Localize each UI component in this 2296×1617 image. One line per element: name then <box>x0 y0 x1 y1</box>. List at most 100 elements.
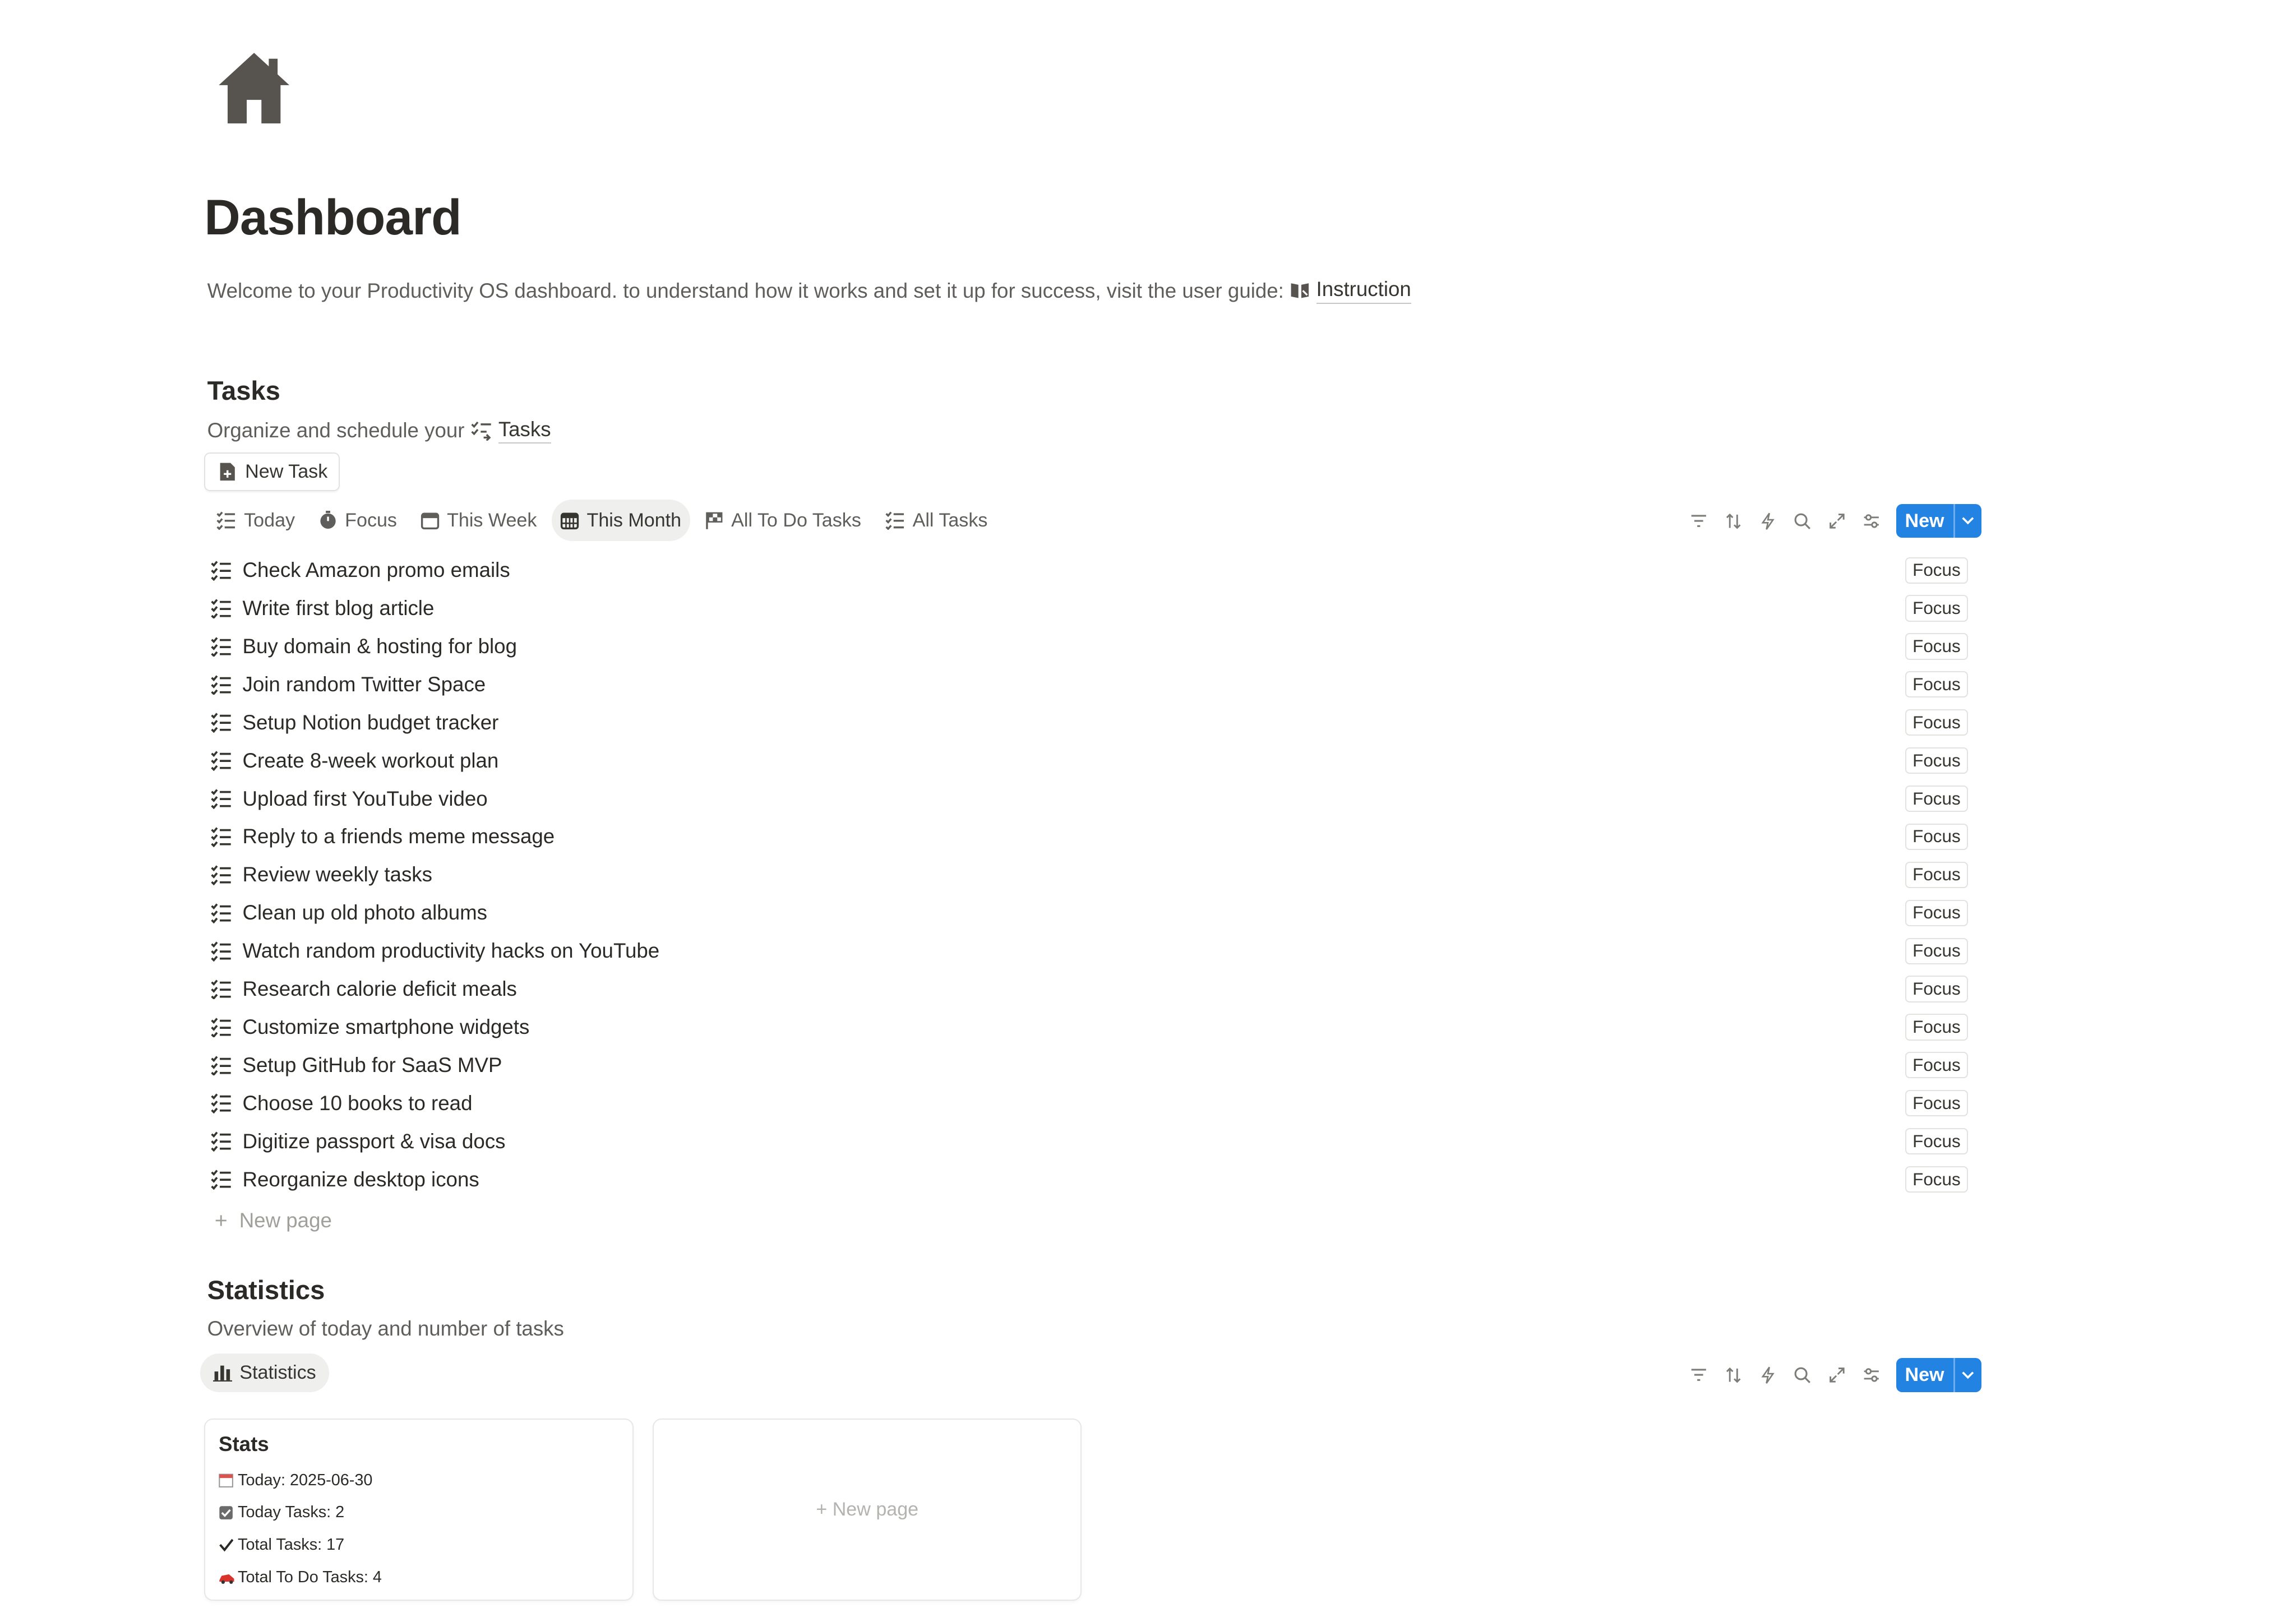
task-name: Setup GitHub for SaaS MVP <box>242 1053 502 1077</box>
focus-tag[interactable]: Focus <box>1905 747 1969 774</box>
focus-tag[interactable]: Focus <box>1905 899 1969 926</box>
task-name: Digitize passport & visa docs <box>242 1129 506 1153</box>
chevron-down-icon[interactable] <box>1955 1371 1981 1380</box>
lightning-icon[interactable] <box>1750 505 1785 538</box>
focus-tag[interactable]: Focus <box>1905 937 1969 964</box>
task-row[interactable]: Setup GitHub for SaaS MVP Focus <box>207 1046 1971 1084</box>
lightning-icon[interactable] <box>1750 1359 1785 1392</box>
house-icon[interactable] <box>216 50 292 126</box>
checklist-icon <box>885 511 904 530</box>
tab-statistics[interactable]: Statistics <box>200 1353 330 1392</box>
task-name: Setup Notion budget tracker <box>242 710 499 734</box>
task-name: Research calorie deficit meals <box>242 977 517 1001</box>
task-row[interactable]: Research calorie deficit meals Focus <box>207 970 1971 1008</box>
filter-icon[interactable] <box>1681 1359 1716 1392</box>
stat-text: Total To Do Tasks: 4 <box>238 1568 382 1586</box>
focus-tag[interactable]: Focus <box>1905 1090 1969 1117</box>
expand-icon[interactable] <box>1819 1359 1854 1392</box>
checkbox-icon <box>219 1505 233 1520</box>
settings-sliders-icon[interactable] <box>1854 505 1889 538</box>
task-name: Buy domain & hosting for blog <box>242 634 517 658</box>
chevron-down-icon[interactable] <box>1955 516 1981 525</box>
focus-tag[interactable]: Focus <box>1905 633 1969 660</box>
focus-tag[interactable]: Focus <box>1905 785 1969 812</box>
new-page-card[interactable]: + New page <box>652 1418 1082 1601</box>
filter-icon[interactable] <box>1681 505 1716 538</box>
task-row[interactable]: Buy domain & hosting for blog Focus <box>207 627 1971 666</box>
new-button[interactable]: New <box>1896 1358 1981 1392</box>
sort-icon[interactable] <box>1716 1359 1751 1392</box>
task-name: Write first blog article <box>242 597 435 620</box>
tab-this-month[interactable]: This Month <box>551 500 690 541</box>
new-page-label: New page <box>239 1209 332 1232</box>
stat-text: Today Tasks: 2 <box>238 1503 345 1522</box>
focus-tag[interactable]: Focus <box>1905 823 1969 851</box>
focus-tag[interactable]: Focus <box>1905 1166 1969 1193</box>
statistics-heading: Statistics <box>207 1274 325 1305</box>
task-row[interactable]: Setup Notion budget tracker Focus <box>207 704 1971 742</box>
task-row[interactable]: Check Amazon promo emails Focus <box>207 551 1971 589</box>
stat-line-total-tasks: Total Tasks: 17 <box>219 1536 344 1554</box>
focus-tag[interactable]: Focus <box>1905 709 1969 736</box>
task-row[interactable]: Join random Twitter Space Focus <box>207 666 1971 704</box>
task-row[interactable]: Watch random productivity hacks on YouTu… <box>207 932 1971 970</box>
checklist-icon <box>210 1093 239 1114</box>
tasks-heading: Tasks <box>207 375 280 405</box>
calendar-icon <box>219 1473 233 1487</box>
checklist-icon <box>210 903 239 923</box>
tab-label: All To Do Tasks <box>731 509 861 531</box>
tab-this-week[interactable]: This Week <box>412 500 546 540</box>
task-row[interactable]: Review weekly tasks Focus <box>207 856 1971 894</box>
settings-sliders-icon[interactable] <box>1854 1359 1889 1392</box>
checklist-icon <box>210 1055 239 1076</box>
checkered-flag-icon <box>706 512 723 529</box>
instruction-link[interactable]: Instruction <box>1316 278 1411 304</box>
tab-today[interactable]: Today <box>207 500 304 540</box>
plus-icon: + <box>816 1499 833 1521</box>
tab-all-to-do-tasks[interactable]: All To Do Tasks <box>696 500 870 540</box>
expand-icon[interactable] <box>1819 505 1854 538</box>
sort-icon[interactable] <box>1716 505 1751 538</box>
new-button[interactable]: New <box>1896 504 1981 538</box>
statistics-description: Overview of today and number of tasks <box>207 1316 564 1340</box>
task-row[interactable]: Choose 10 books to read Focus <box>207 1084 1971 1122</box>
new-button-label: New <box>1905 510 1944 532</box>
card-title: Stats <box>218 1433 269 1456</box>
task-row[interactable]: Upload first YouTube video Focus <box>207 779 1971 817</box>
checklist-icon <box>216 511 235 530</box>
task-list-icon <box>470 420 492 441</box>
focus-tag[interactable]: Focus <box>1905 1052 1969 1079</box>
focus-tag[interactable]: Focus <box>1905 595 1969 622</box>
stat-line-today-tasks: Today Tasks: 2 <box>219 1503 344 1522</box>
new-page-row[interactable]: + New page <box>215 1208 332 1233</box>
task-row[interactable]: Customize smartphone widgets Focus <box>207 1008 1971 1046</box>
task-name: Customize smartphone widgets <box>242 1015 530 1038</box>
task-row[interactable]: Reorganize desktop icons Focus <box>207 1160 1971 1198</box>
focus-tag[interactable]: Focus <box>1905 671 1969 698</box>
task-row[interactable]: Reply to a friends meme message Focus <box>207 817 1971 856</box>
stats-card[interactable]: Stats Today: 2025-06-30 Today Tasks: 2 T… <box>204 1418 634 1601</box>
task-name: Create 8-week workout plan <box>242 749 499 772</box>
search-icon[interactable] <box>1785 505 1820 538</box>
task-row[interactable]: Write first blog article Focus <box>207 589 1971 627</box>
task-name: Join random Twitter Space <box>242 672 486 696</box>
focus-tag[interactable]: Focus <box>1905 861 1969 888</box>
new-task-button[interactable]: New Task <box>204 452 340 491</box>
focus-tag[interactable]: Focus <box>1905 976 1969 1002</box>
task-row[interactable]: Create 8-week workout plan Focus <box>207 742 1971 780</box>
checklist-icon <box>210 560 239 581</box>
tasks-link[interactable]: Tasks <box>498 418 551 444</box>
task-row[interactable]: Clean up old photo albums Focus <box>207 894 1971 932</box>
tasks-toolbar: New <box>1681 504 1981 538</box>
task-name: Watch random productivity hacks on YouTu… <box>242 939 660 963</box>
task-row[interactable]: Digitize passport & visa docs Focus <box>207 1122 1971 1161</box>
focus-tag[interactable]: Focus <box>1905 1014 1969 1041</box>
checklist-icon <box>210 674 239 695</box>
tab-focus[interactable]: Focus <box>309 500 405 540</box>
bar-chart-icon <box>213 1365 233 1382</box>
tab-all-tasks[interactable]: All Tasks <box>876 500 996 540</box>
search-icon[interactable] <box>1785 1359 1820 1392</box>
view-tabs: Today Focus This Week This Month All To … <box>207 500 1003 541</box>
focus-tag[interactable]: Focus <box>1905 557 1969 584</box>
focus-tag[interactable]: Focus <box>1905 1128 1969 1155</box>
